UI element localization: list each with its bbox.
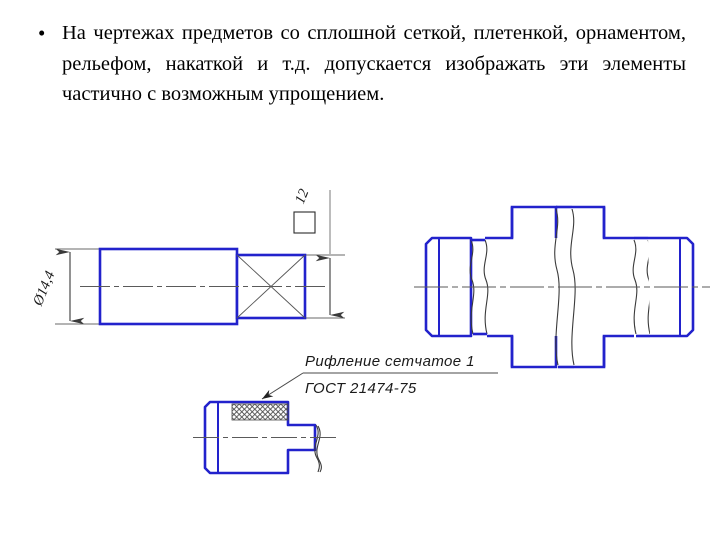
callout-text-line-2: ГОСТ 21474-75 <box>305 380 417 397</box>
knurling-pattern-area <box>231 403 289 421</box>
figure-bottom-knurled-part: Рифление сетчатое 1 ГОСТ 21474-75 <box>193 353 498 475</box>
right-shaft-segment-2 <box>485 205 558 240</box>
bullet-body-text: На чертежах предметов со сплошной сеткой… <box>62 22 686 105</box>
callout-text-line-1: Рифление сетчатое 1 <box>305 353 475 370</box>
bullet-marker: • <box>38 21 46 45</box>
square-dimension-label: 12 <box>292 187 312 206</box>
slide-root: • На чертежах предметов со сплошной сетк… <box>0 0 720 540</box>
diameter-dimension-label: Ø14,4 <box>30 269 59 309</box>
figure-right-stepped-shaft <box>414 205 710 369</box>
bullet-text-block: • На чертежах предметов со сплошной сетк… <box>34 18 686 110</box>
callout-leader-line <box>261 372 304 400</box>
bullet-list-item: • На чертежах предметов со сплошной сетк… <box>34 18 686 110</box>
square-symbol-box <box>293 211 316 234</box>
technical-drawings-area: Ø14,4 12 Рифление сетчатое 1 ГОСТ 21474-… <box>0 170 720 530</box>
figure-left-shaft: Ø14,4 12 <box>30 187 345 326</box>
